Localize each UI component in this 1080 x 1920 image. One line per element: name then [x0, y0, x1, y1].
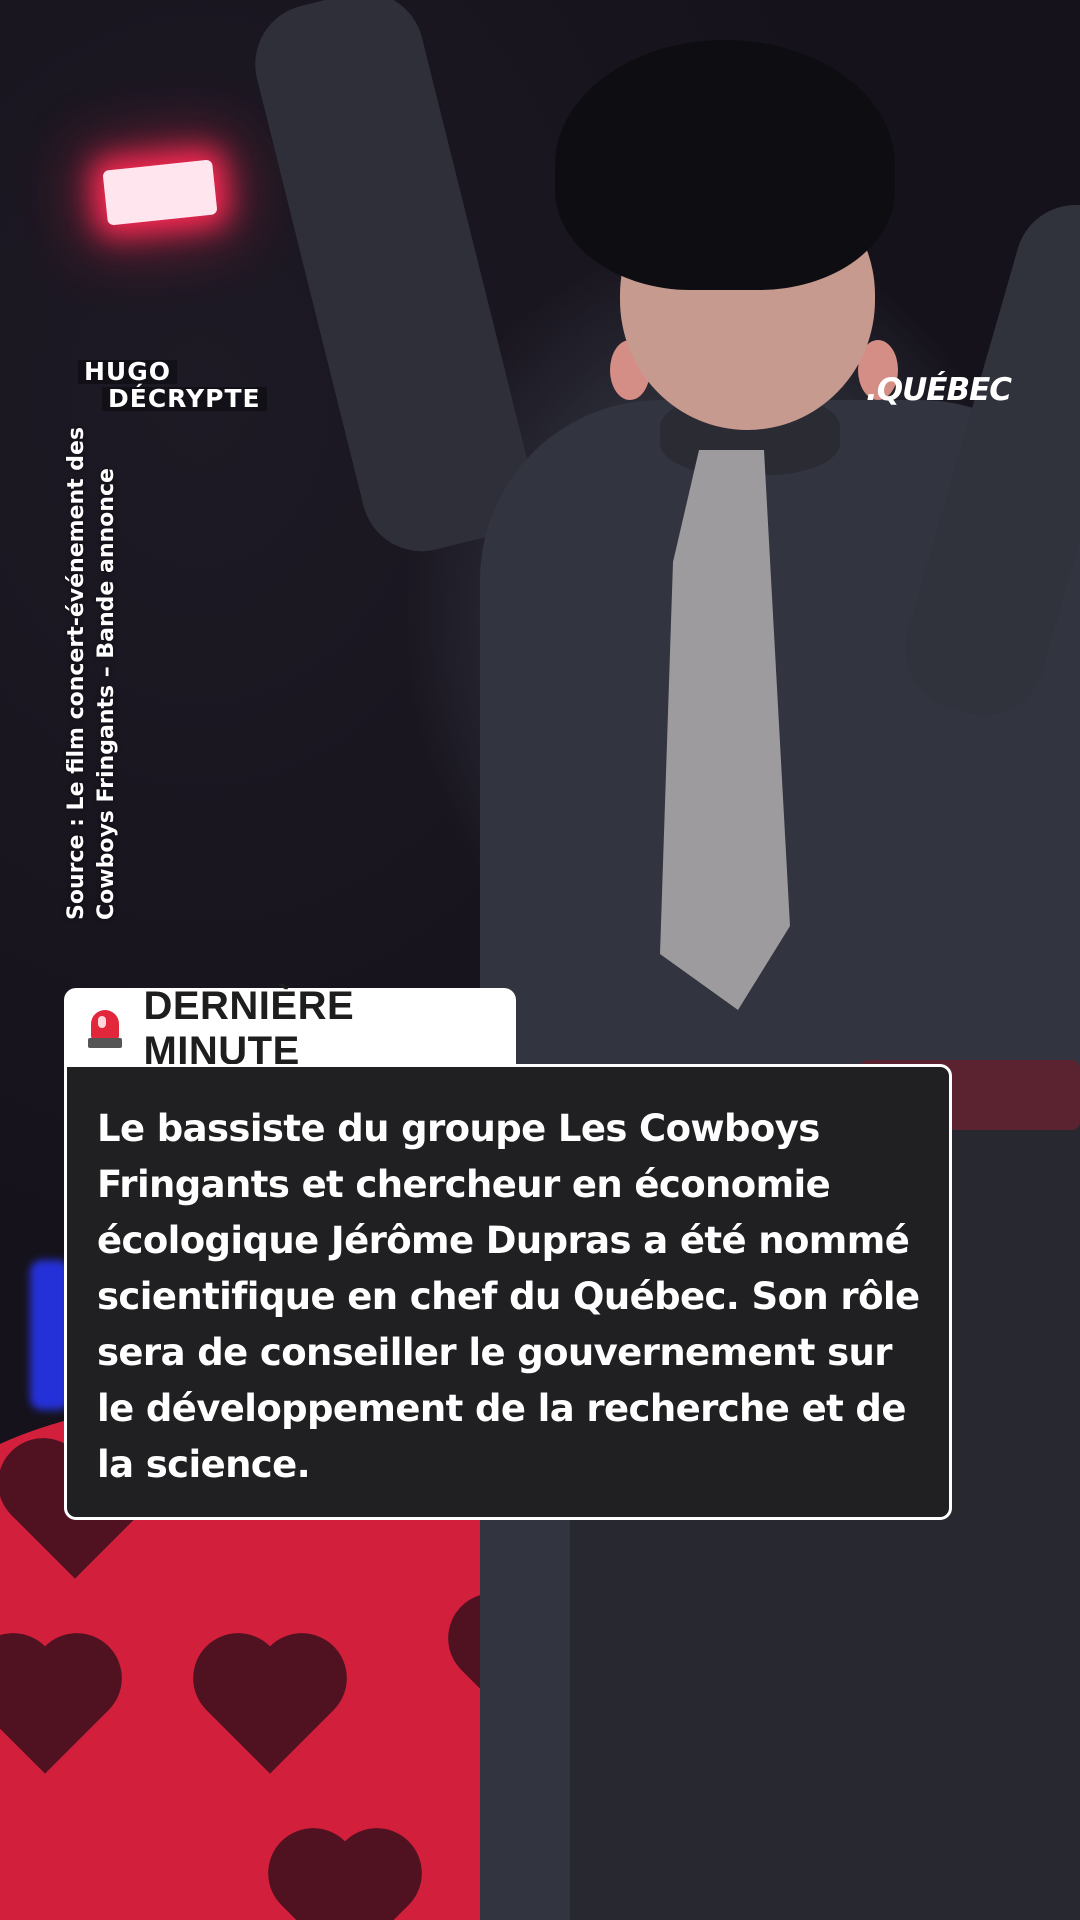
news-card: Le bassiste du groupe Les Cowboys Fringa… [64, 1064, 952, 1520]
logo-line-2: DÉCRYPTE [102, 386, 267, 411]
source-line-1: Source : Le film concert-événement des [64, 426, 89, 920]
background-video-frame [0, 0, 1080, 1920]
logo-line-1: HUGO [78, 359, 177, 384]
location-tag: .QUÉBEC [866, 372, 1012, 408]
breaking-news-tab: DERNIÈRE MINUTE [64, 984, 516, 1073]
brand-logo: HUGO DÉCRYPTE [78, 359, 267, 411]
source-caption: Source : Le film concert-événement des C… [62, 427, 122, 920]
heart-pattern [281, 1841, 409, 1920]
red-stage-lamp [102, 159, 218, 226]
siren-icon [88, 1010, 122, 1048]
breaking-news-label: DERNIÈRE MINUTE [143, 984, 355, 1073]
news-body: Le bassiste du groupe Les Cowboys Fringa… [97, 1107, 920, 1486]
source-line-2: Cowboys Fringants – Bande annonce [94, 468, 119, 920]
black-hat [555, 40, 895, 290]
